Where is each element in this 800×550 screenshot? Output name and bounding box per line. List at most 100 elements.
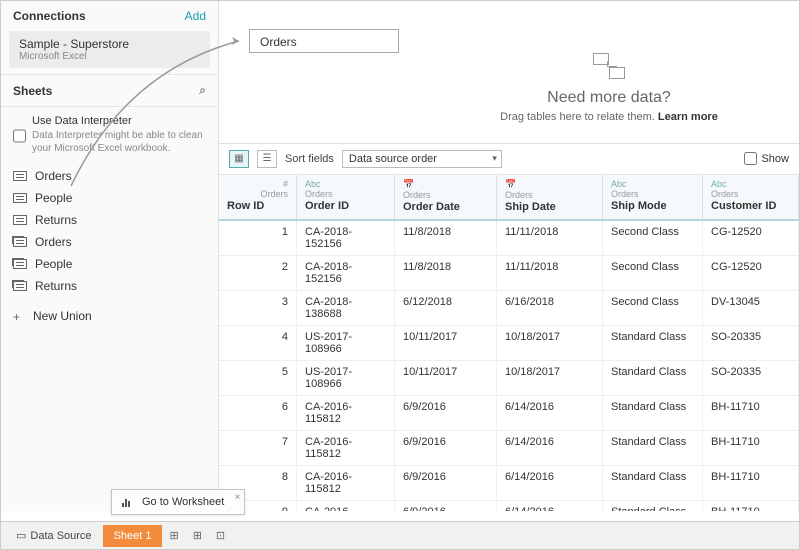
data-interpreter-hint: Data Interpreter might be able to clean … [32,129,206,155]
table-cell: BH-11710 [703,431,799,465]
grid-toolbar: ▦ ☰ Sort fields Data source order Show [219,144,799,175]
table-cell: Standard Class [603,431,703,465]
show-checkbox[interactable] [744,152,757,165]
table-cell: Standard Class [603,326,703,360]
table-cell: 6/14/2016 [497,396,603,430]
sort-fields-select[interactable]: Data source order [342,150,502,168]
close-icon[interactable]: × [235,492,241,503]
sheet-item-label: Orders [35,235,72,249]
table-row[interactable]: 8CA-2016-1158126/9/20166/14/2016Standard… [219,466,799,501]
table-row[interactable]: 6CA-2016-1158126/9/20166/14/2016Standard… [219,396,799,431]
sort-fields-label: Sort fields [285,153,334,165]
table-cell: CA-2016-115812 [297,466,395,500]
table-cell: CA-2016-115812 [297,431,395,465]
table-cell: 11/11/2018 [497,221,603,255]
table-cell: 11/8/2018 [395,221,497,255]
column-header-order-id[interactable]: AbcOrdersOrder ID [297,175,395,219]
table-cell: 6/14/2016 [497,431,603,465]
sidebar: Connections Add Sample - Superstore Micr… [1,1,219,511]
sheet-item-label: Returns [35,213,77,227]
table-cell: CA-2018-152156 [297,256,395,290]
table-cell: 6/16/2018 [497,291,603,325]
table-cell: SO-20335 [703,361,799,395]
table-row[interactable]: 3CA-2018-1386886/12/20186/16/2018Second … [219,291,799,326]
table-cell: 6/9/2016 [395,431,497,465]
table-cell: US-2017-108966 [297,326,395,360]
sheet-item-orders-0[interactable]: Orders [1,165,218,187]
table-cell: BH-11710 [703,466,799,500]
search-icon[interactable]: ⌕ [199,83,206,98]
table-row[interactable]: 1CA-2018-15215611/8/201811/11/2018Second… [219,221,799,256]
bottom-tabs: ▭ Data Source Sheet 1 ⊞ ⊞ ⊡ [1,521,799,549]
tab-data-source[interactable]: ▭ Data Source [5,525,103,547]
table-cell: Second Class [603,291,703,325]
named-range-icon [13,259,27,269]
table-cell: 10/18/2017 [497,361,603,395]
sheet-item-people-1[interactable]: People [1,187,218,209]
connection-name: Sample - Superstore [19,37,200,51]
table-cell: CA-2018-152156 [297,221,395,255]
canvas-table-orders[interactable]: Orders [249,29,399,53]
column-header-row-id[interactable]: #OrdersRow ID [219,175,297,219]
sheet-list: Orders People Returns Orders People Returns [1,163,218,299]
column-header-order-date[interactable]: 📅OrdersOrder Date [395,175,497,219]
data-interpreter-section: Use Data Interpreter Data Interpreter mi… [1,107,218,163]
table-row[interactable]: 4US-2017-10896610/11/201710/18/2017Stand… [219,326,799,361]
table-cell: SO-20335 [703,326,799,360]
sheet-item-people-4[interactable]: People [1,253,218,275]
column-header-customer-id[interactable]: AbcOrdersCustomer ID [703,175,799,219]
new-union-button[interactable]: New Union [1,305,218,327]
table-row[interactable]: 7CA-2016-1158126/9/20166/14/2016Standard… [219,431,799,466]
grid-body: 1CA-2018-15215611/8/201811/11/2018Second… [219,221,799,511]
sheet-item-label: Orders [35,169,72,183]
connection-item[interactable]: Sample - Superstore Microsoft Excel [9,31,210,68]
table-cell: 6/9/2016 [395,466,497,500]
sheets-header: Sheets ⌕ [1,74,218,107]
new-story-button[interactable]: ⊡ [209,525,232,547]
table-icon [13,215,27,225]
table-cell: 10/11/2017 [395,361,497,395]
table-cell: 7 [219,431,297,465]
sheets-title: Sheets [13,84,52,98]
show-aliases-option[interactable]: Show [744,152,789,165]
grid-view-button[interactable]: ▦ [229,150,249,168]
sheet-item-label: Returns [35,279,77,293]
table-cell: US-2017-108966 [297,361,395,395]
table-cell: Standard Class [603,501,703,511]
column-header-ship-date[interactable]: 📅OrdersShip Date [497,175,603,219]
hint-title: Need more data? [439,89,779,107]
sheet-item-label: People [35,257,72,271]
table-cell: 6/9/2016 [395,396,497,430]
table-cell: 2 [219,256,297,290]
data-interpreter-checkbox[interactable] [13,117,26,155]
relationship-canvas[interactable]: Orders Need more data? Drag tables here … [219,1,799,144]
table-cell: CG-12520 [703,221,799,255]
table-cell: Second Class [603,256,703,290]
add-connection-link[interactable]: Add [185,9,206,23]
sheet-item-orders-3[interactable]: Orders [1,231,218,253]
table-cell: 6/14/2016 [497,466,603,500]
tab-sheet1[interactable]: Sheet 1 [103,525,163,547]
connections-header: Connections Add [1,1,218,31]
table-cell: CA-2018-138688 [297,291,395,325]
learn-more-link[interactable]: Learn more [658,111,718,123]
grid-header-row: #OrdersRow IDAbcOrdersOrder ID📅OrdersOrd… [219,175,799,221]
table-cell: 6/12/2018 [395,291,497,325]
new-worksheet-button[interactable]: ⊞ [162,525,185,547]
table-row[interactable]: 5US-2017-10896610/11/201710/18/2017Stand… [219,361,799,396]
table-cell: CA-2016-115812 [297,501,395,511]
sheet-item-returns-2[interactable]: Returns [1,209,218,231]
table-cell: 6 [219,396,297,430]
sheet-item-returns-5[interactable]: Returns [1,275,218,297]
canvas-hint: Need more data? Drag tables here to rela… [439,51,779,123]
relate-diagram-icon [589,51,629,81]
plus-icon [13,310,25,322]
list-view-button[interactable]: ☰ [257,150,277,168]
table-cell: 1 [219,221,297,255]
table-row[interactable]: 9CA-2016-1158126/9/20166/14/2016Standard… [219,501,799,511]
new-dashboard-button[interactable]: ⊞ [186,525,209,547]
table-cell: 5 [219,361,297,395]
column-header-ship-mode[interactable]: AbcOrdersShip Mode [603,175,703,219]
table-cell: 6/9/2016 [395,501,497,511]
table-row[interactable]: 2CA-2018-15215611/8/201811/11/2018Second… [219,256,799,291]
